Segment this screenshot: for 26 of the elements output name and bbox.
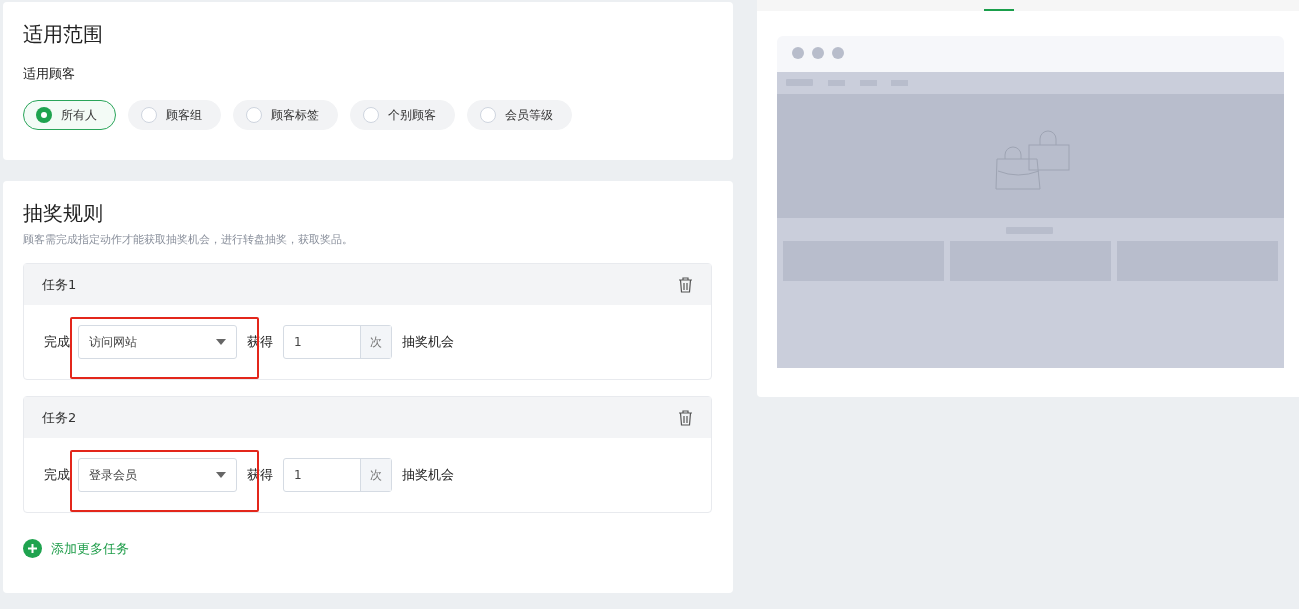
count-field[interactable]: 1 次 (283, 325, 392, 359)
section-description: 顾客需完成指定动作才能获取抽奖机会，进行转盘抽奖，获取奖品。 (23, 233, 353, 247)
section-title: 适用范围 (23, 22, 103, 46)
radio-option[interactable]: 会员等级 (467, 100, 572, 130)
field-label: 抽奖机会 (402, 333, 454, 351)
add-task-link[interactable]: 添加更多任务 (23, 539, 129, 558)
radio-option[interactable]: 个别顾客 (350, 100, 455, 130)
radio-option[interactable]: 所有人 (23, 100, 116, 130)
caret-icon (216, 339, 226, 345)
field-label: 适用顾客 (23, 66, 75, 82)
task-title: 任务1 (42, 275, 77, 294)
field-label: 抽奖机会 (402, 466, 454, 484)
caret-icon (216, 472, 226, 478)
section-title: 抽奖规则 (23, 201, 103, 225)
delete-icon[interactable] (678, 276, 693, 293)
action-select[interactable]: 访问网站 (78, 325, 237, 359)
action-select[interactable]: 登录会员 (78, 458, 237, 492)
count-field[interactable]: 1 次 (283, 458, 392, 492)
field-label: 完成 (44, 466, 70, 484)
radio-option[interactable]: 顾客组 (128, 100, 221, 130)
tab-indicator (984, 9, 1014, 11)
field-label: 完成 (44, 333, 70, 351)
radio-option[interactable]: 顾客标签 (233, 100, 338, 130)
task-title: 任务2 (42, 408, 77, 427)
add-icon (23, 539, 42, 558)
delete-icon[interactable] (678, 409, 693, 426)
